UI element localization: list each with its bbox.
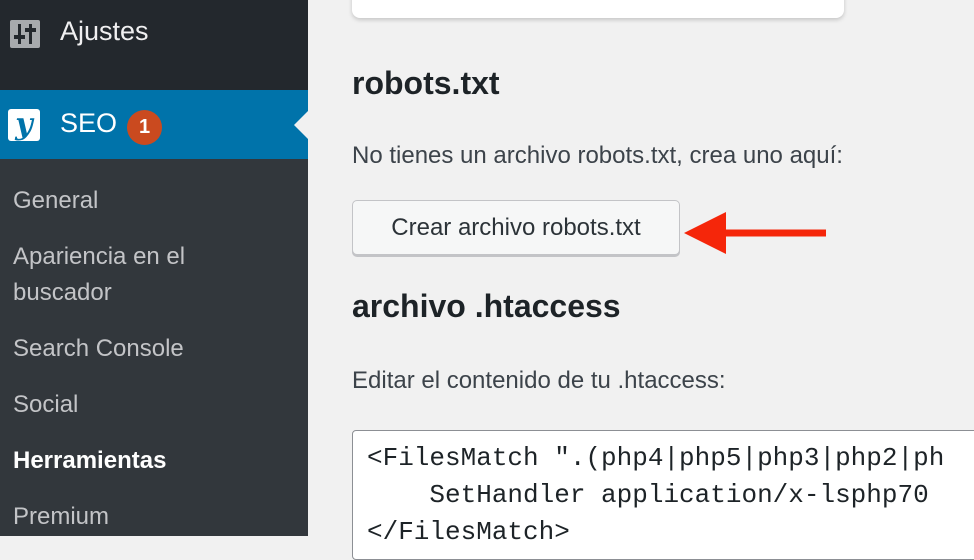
main-content: robots.txt No tienes un archivo robots.t… [308, 0, 974, 560]
admin-sidebar: Ajustes y SEO 1 General Apariencia en el… [0, 0, 308, 536]
code-line: <FilesMatch ".(php4|php5|php3|php2|ph [367, 443, 945, 473]
robots-description: No tienes un archivo robots.txt, crea un… [352, 142, 843, 169]
sidebar-item-ajustes[interactable]: Ajustes [0, 0, 308, 90]
htaccess-heading: archivo .htaccess [352, 288, 621, 324]
sidebar-item-label: Ajustes [60, 16, 149, 46]
submenu-item-premium[interactable]: Premium [13, 499, 109, 535]
red-arrow-annotation [684, 212, 826, 254]
content-card [352, 0, 844, 18]
sidebar-item-seo[interactable]: y SEO 1 [0, 90, 308, 159]
yoast-logo-icon: y [8, 107, 40, 142]
robots-heading: robots.txt [352, 65, 500, 101]
submenu-item-herramientas[interactable]: Herramientas [13, 443, 166, 479]
create-robots-button[interactable]: Crear archivo robots.txt [352, 200, 680, 255]
sidebar-item-label: SEO [60, 108, 118, 138]
code-line: SetHandler application/x-lsphp70 [367, 480, 929, 510]
htaccess-textarea[interactable]: <FilesMatch ".(php4|php5|php3|php2|ph Se… [352, 430, 974, 560]
htaccess-description: Editar el contenido de tu .htaccess: [352, 367, 726, 394]
code-line: </FilesMatch> [367, 517, 570, 547]
submenu-item-social[interactable]: Social [13, 387, 78, 423]
active-pointer [294, 111, 308, 139]
submenu-item-apariencia-line2[interactable]: buscador [13, 275, 112, 311]
submenu-item-search-console[interactable]: Search Console [13, 331, 184, 367]
submenu-item-apariencia[interactable]: Apariencia en el [13, 239, 185, 275]
notification-badge: 1 [127, 110, 162, 145]
submenu-item-general[interactable]: General [13, 183, 98, 219]
sliders-icon [10, 20, 40, 48]
